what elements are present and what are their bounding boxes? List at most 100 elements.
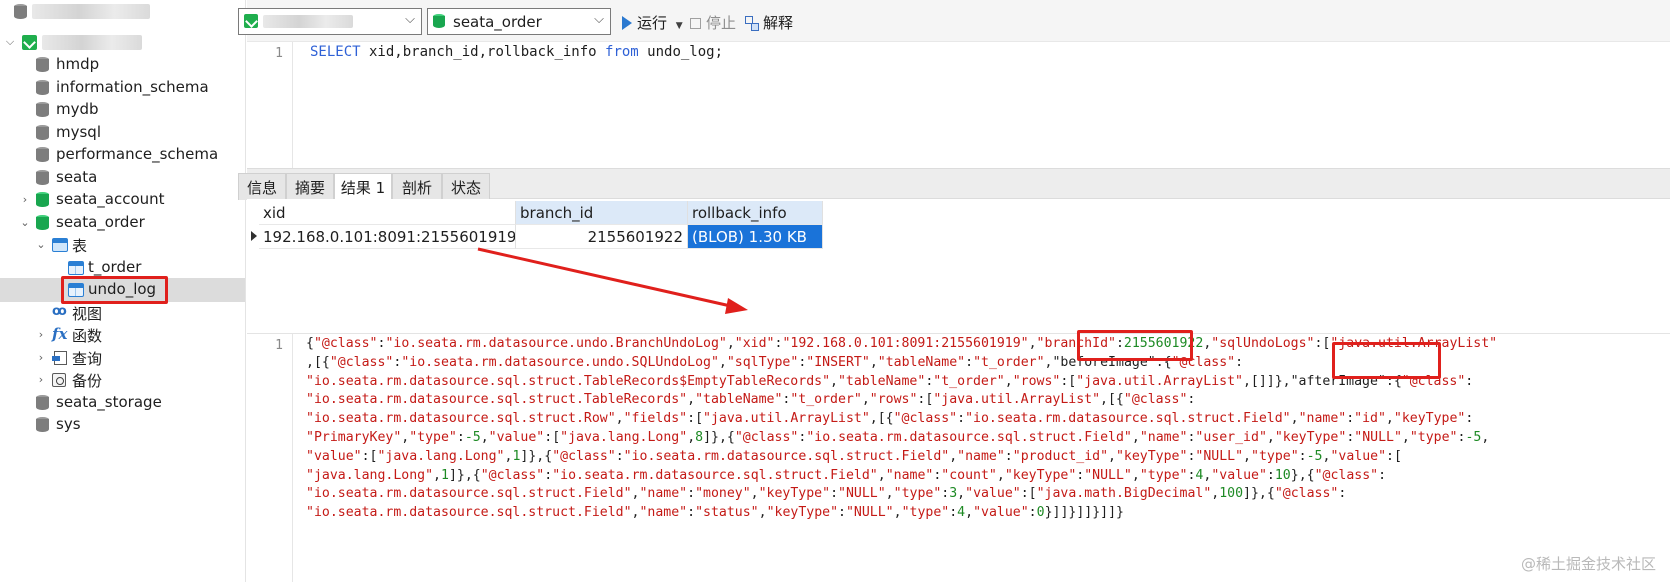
connection-row-active[interactable]: ⌵ bbox=[0, 30, 245, 54]
connection-selector[interactable]: ⌵ bbox=[238, 8, 422, 35]
tree-item-folder-queries[interactable]: › 查询 bbox=[0, 346, 245, 370]
tree-item-folder-functions[interactable]: › fx 函数 bbox=[0, 323, 245, 347]
blob-text-viewer[interactable]: 1 {"@class":"io.seata.rm.datasource.undo… bbox=[247, 333, 1670, 582]
json-punctuation: : bbox=[1115, 336, 1124, 351]
json-punctuation: : bbox=[544, 467, 553, 483]
json-string: "keyType" bbox=[758, 486, 831, 502]
database-selector-value: seata_order bbox=[453, 13, 542, 31]
chevron-down-icon[interactable]: ⌄ bbox=[34, 238, 48, 252]
column-header-rollback-info[interactable]: rollback_info bbox=[688, 201, 823, 225]
chevron-right-icon[interactable]: › bbox=[34, 328, 48, 342]
redacted-connection-name bbox=[32, 4, 150, 19]
tree-item-label: t_order bbox=[88, 258, 142, 276]
result-tab-bar: 信息 摘要 结果 1 剖析 状态 bbox=[238, 168, 1670, 201]
tree-item-label: mysql bbox=[56, 123, 101, 141]
json-string: "type" bbox=[1409, 430, 1458, 445]
json-punctuation: , bbox=[433, 467, 441, 483]
json-punctuation: , bbox=[830, 373, 838, 389]
tree-item-db-seata-order[interactable]: ⌄ seata_order bbox=[0, 211, 245, 235]
tree-item-db-seata[interactable]: seata bbox=[0, 166, 245, 190]
json-punctuation: , bbox=[1290, 411, 1299, 427]
tree-item-table-undo-log[interactable]: undo_log bbox=[0, 278, 245, 302]
tree-item-db-performance-schema[interactable]: performance_schema bbox=[0, 143, 245, 167]
json-punctuation: :[ bbox=[687, 411, 704, 427]
dropdown-caret-icon[interactable]: ▼ bbox=[676, 21, 683, 31]
tree-item-db-hmdp[interactable]: hmdp bbox=[0, 53, 245, 77]
json-punctuation: ,[{ bbox=[1100, 392, 1124, 408]
stop-button[interactable]: 停止 bbox=[690, 12, 736, 33]
database-selector[interactable]: seata_order ⌵ bbox=[427, 8, 611, 35]
current-row-indicator-icon bbox=[251, 231, 257, 241]
tree-item-db-sys[interactable]: sys bbox=[0, 413, 245, 437]
json-string: "id" bbox=[1354, 411, 1386, 427]
column-header-xid[interactable]: xid bbox=[259, 201, 516, 225]
json-string: "io.seata.rm.datasource.sql.struct.Field… bbox=[965, 411, 1291, 427]
chevron-right-icon[interactable]: › bbox=[34, 373, 48, 387]
backup-icon bbox=[52, 373, 66, 387]
tree-item-db-information-schema[interactable]: information_schema bbox=[0, 76, 245, 100]
json-string: "@class" bbox=[329, 354, 394, 370]
tree-item-folder-views[interactable]: oo 视图 bbox=[0, 301, 245, 325]
tab-summary[interactable]: 摘要 bbox=[286, 173, 334, 200]
editor-gutter: 1 bbox=[247, 42, 293, 168]
tree-item-db-seata-account[interactable]: › seata_account bbox=[0, 188, 245, 212]
json-punctuation: , bbox=[965, 505, 974, 521]
json-string: "keyType" bbox=[1115, 448, 1188, 464]
json-string: "sqlUndoLogs" bbox=[1211, 336, 1315, 351]
json-line: "java.lang.Long",1]},{"@class":"io.seata… bbox=[306, 468, 1386, 483]
json-punctuation: : bbox=[1235, 354, 1244, 370]
json-string: "xid" bbox=[734, 336, 775, 351]
json-punctuation: , bbox=[869, 354, 878, 370]
cell-rollback-info[interactable]: (BLOB) 1.30 KB bbox=[688, 225, 823, 249]
json-punctuation: : bbox=[949, 505, 958, 521]
tab-info[interactable]: 信息 bbox=[238, 173, 286, 200]
cell-xid[interactable]: 192.168.0.101:8091:2155601919 bbox=[259, 225, 516, 249]
chevron-right-icon[interactable]: › bbox=[18, 193, 32, 207]
json-punctuation: :{ bbox=[1385, 373, 1402, 389]
json-string: "branchId" bbox=[1036, 336, 1116, 351]
column-header-branch-id[interactable]: branch_id bbox=[516, 201, 688, 225]
json-string: "keyType" bbox=[1274, 430, 1347, 445]
json-string: "t_order" bbox=[933, 373, 1005, 389]
tab-status[interactable]: 状态 bbox=[442, 173, 490, 200]
database-icon bbox=[36, 147, 49, 163]
json-punctuation: :[ bbox=[1020, 486, 1037, 502]
json-punctuation: , bbox=[726, 336, 735, 351]
explain-button[interactable]: 解释 bbox=[745, 12, 793, 33]
json-string: "@class" bbox=[1123, 392, 1188, 408]
database-icon bbox=[36, 57, 49, 73]
tree-item-table-t-order[interactable]: t_order bbox=[0, 256, 245, 280]
query-toolbar: ⌵ seata_order ⌵ 运行 ▼ 停止 解释 bbox=[238, 0, 1670, 42]
json-line: ,[{"@class":"io.seata.rm.datasource.undo… bbox=[306, 355, 1243, 370]
connection-row-blurred[interactable] bbox=[0, 0, 245, 24]
run-button[interactable]: 运行 ▼ bbox=[622, 12, 683, 33]
json-string: "NULL" bbox=[1195, 448, 1244, 464]
watermark: @稀土掘金技术社区 bbox=[1520, 555, 1656, 573]
json-string: "name" bbox=[639, 505, 688, 521]
redacted-connection-name bbox=[42, 35, 142, 50]
json-string: "@class" bbox=[734, 430, 799, 445]
chevron-right-icon[interactable]: › bbox=[34, 351, 48, 365]
chevron-down-icon[interactable]: ⌄ bbox=[18, 216, 32, 230]
cell-branch-id[interactable]: 2155601922 bbox=[516, 225, 688, 249]
tree-item-db-mydb[interactable]: mydb bbox=[0, 98, 245, 122]
database-icon bbox=[36, 192, 49, 208]
json-number: 1 bbox=[441, 467, 449, 483]
json-punctuation: , bbox=[949, 448, 958, 464]
play-icon bbox=[622, 16, 632, 30]
navigation-tree: ⌵ hmdp information_schema mydb mysql perform… bbox=[0, 0, 246, 582]
sql-editor[interactable]: 1 SELECT xid,branch_id,rollback_info fro… bbox=[247, 42, 1670, 168]
tab-result-1[interactable]: 结果 1 bbox=[334, 173, 392, 201]
json-punctuation: ]},{ bbox=[448, 467, 481, 483]
tree-item-db-seata-storage[interactable]: seata_storage bbox=[0, 391, 245, 415]
json-punctuation: "afterImage" bbox=[1290, 373, 1386, 389]
json-number: 100 bbox=[1219, 486, 1244, 502]
tree-item-folder-backups[interactable]: › 备份 bbox=[0, 368, 245, 392]
tab-profile[interactable]: 剖析 bbox=[392, 173, 442, 200]
sql-statement[interactable]: SELECT xid,branch_id,rollback_info from … bbox=[310, 44, 723, 60]
tree-item-db-mysql[interactable]: mysql bbox=[0, 121, 245, 145]
chevron-down-icon[interactable]: ⌵ bbox=[3, 35, 17, 49]
tree-item-folder-tables[interactable]: ⌄ 表 bbox=[0, 233, 245, 257]
json-punctuation: :[ bbox=[1386, 448, 1402, 464]
json-punctuation: :[ bbox=[1060, 373, 1077, 389]
